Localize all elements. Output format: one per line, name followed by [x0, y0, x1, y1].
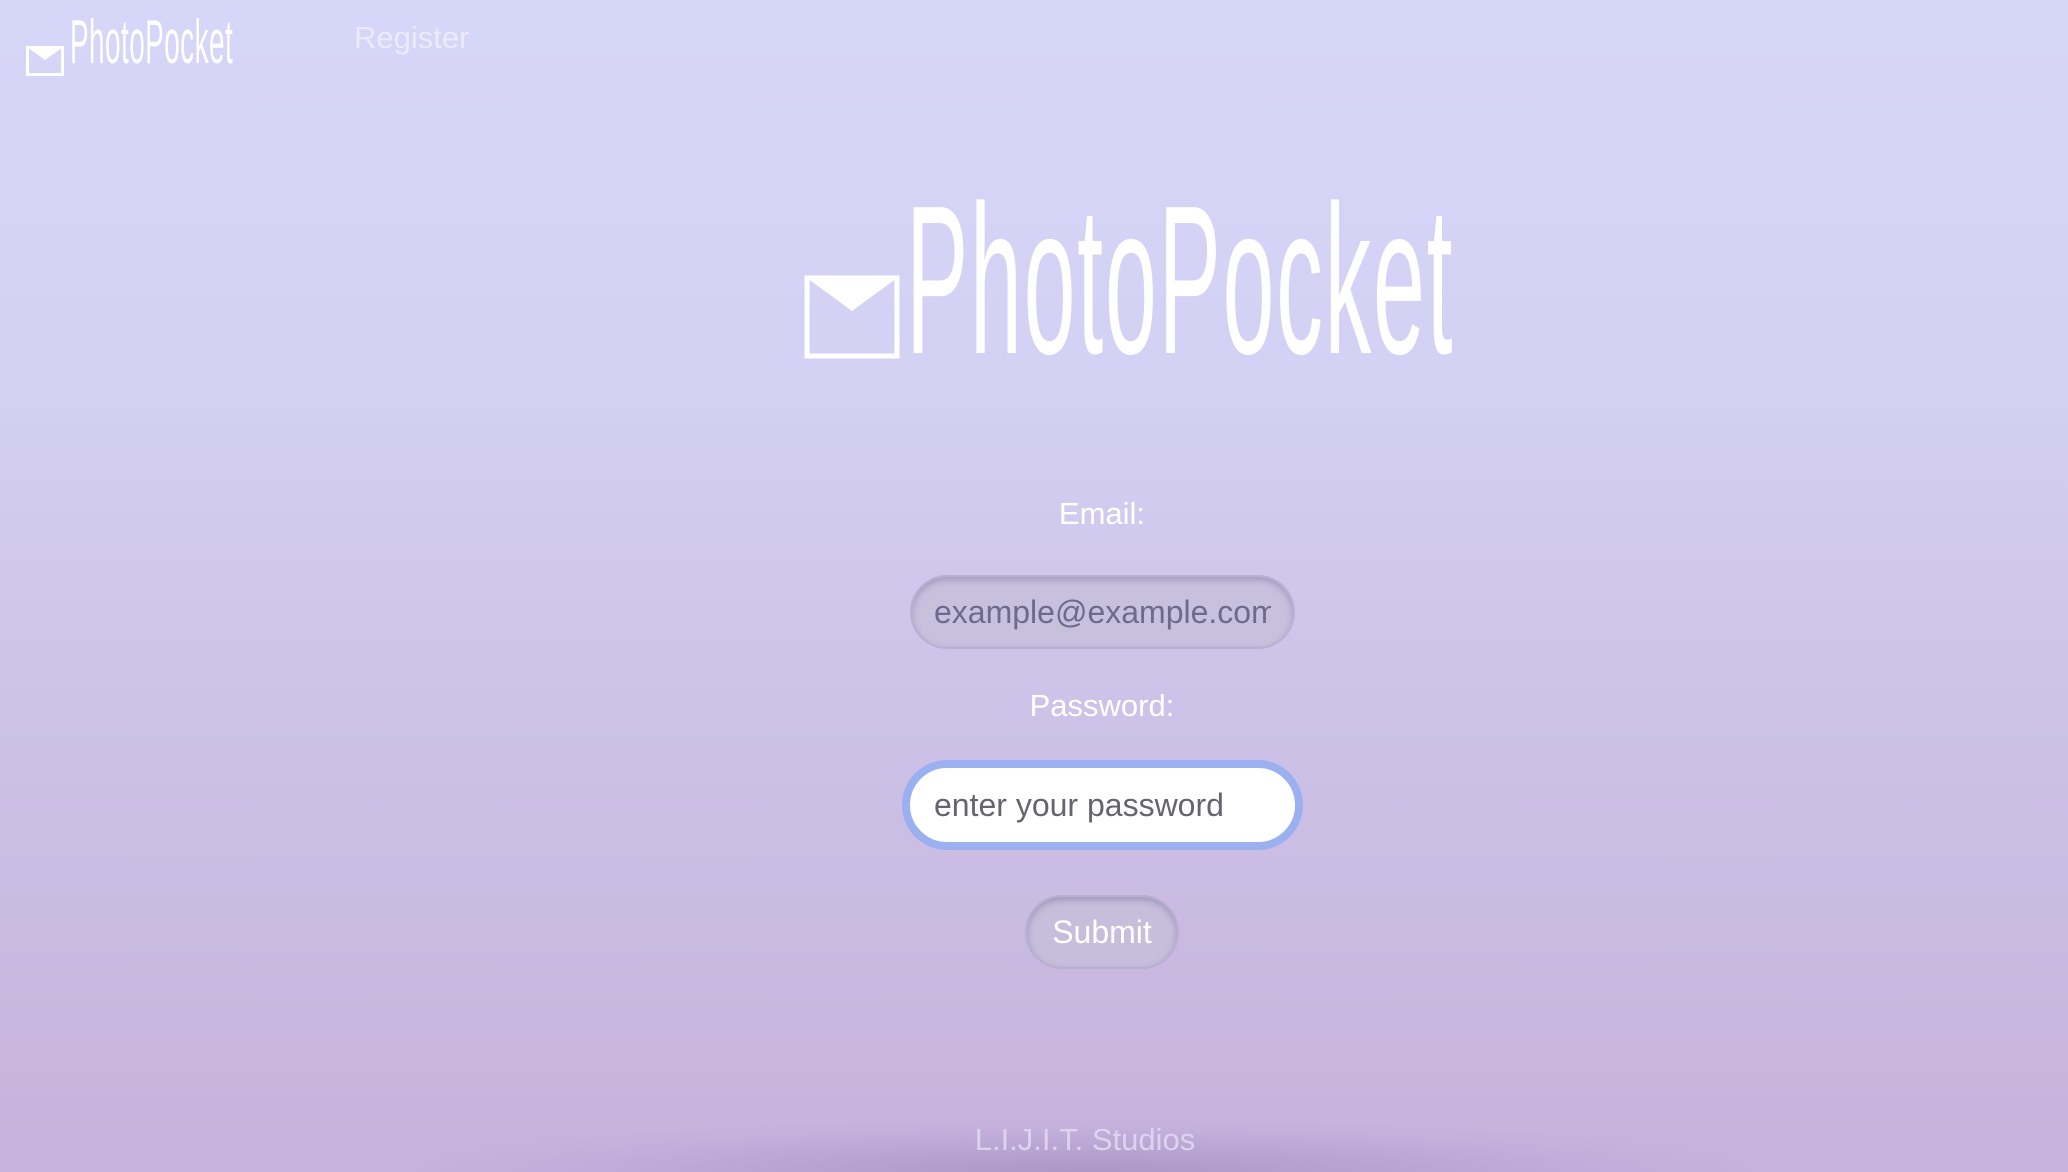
- email-label: Email:: [1058, 496, 1146, 531]
- password-field[interactable]: [910, 768, 1295, 842]
- submit-button[interactable]: Submit: [1025, 895, 1179, 969]
- email-field[interactable]: [910, 575, 1295, 649]
- footer: L.I.J.I.T. Studios: [420, 1120, 1750, 1172]
- login-form: Email: Password: Submit: [0, 0, 2068, 1172]
- footer-text: L.I.J.I.T. Studios: [974, 1122, 1196, 1157]
- password-label: Password:: [1029, 688, 1175, 723]
